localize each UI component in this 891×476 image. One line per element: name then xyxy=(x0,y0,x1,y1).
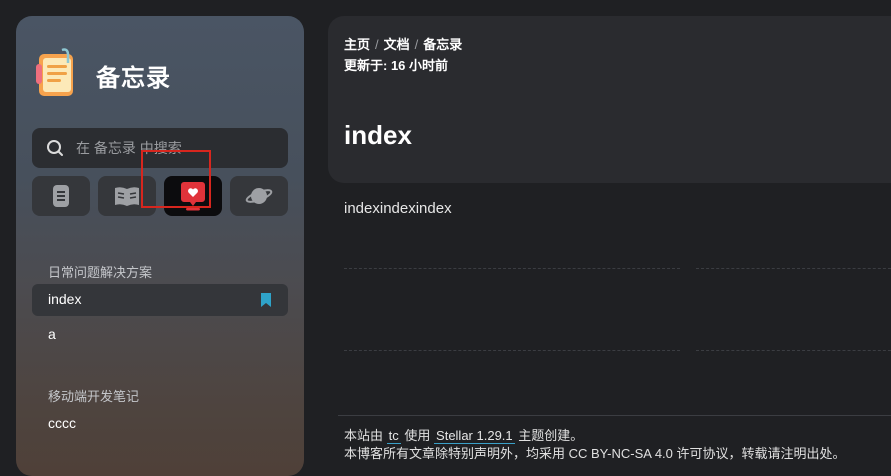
planet-icon xyxy=(245,188,273,204)
tab-docs[interactable] xyxy=(32,176,90,216)
tab-explore[interactable] xyxy=(230,176,288,216)
article-body: indexindexindex xyxy=(344,200,452,217)
nav-item-label: cccc xyxy=(48,415,76,431)
divider xyxy=(696,268,891,269)
book-icon xyxy=(115,187,139,206)
footer-credit: 本站由 tc 使用 Stellar 1.29.1 主题创建。 xyxy=(344,425,583,444)
divider xyxy=(344,350,680,351)
divider xyxy=(344,268,680,269)
nav-item-label: a xyxy=(48,326,56,342)
breadcrumb: 主页 / 文档 / 备忘录 xyxy=(344,37,463,52)
section-title: 日常问题解决方案 xyxy=(48,265,153,280)
highlight-box xyxy=(141,150,211,208)
footer-text: 本站由 xyxy=(344,428,384,443)
document-icon xyxy=(53,185,69,207)
footer-author-link[interactable]: tc xyxy=(386,428,401,444)
bookmark-icon xyxy=(261,293,271,307)
page-title: index xyxy=(344,120,412,150)
sidebar: 备忘录 在 备忘录 中搜索 日常问题解决方案 index a 移动端开发笔记 c… xyxy=(16,16,304,476)
nav-item-a[interactable]: a xyxy=(32,319,288,351)
updated-time: 更新于: 16 小时前 xyxy=(344,58,449,73)
breadcrumb-home[interactable]: 主页 xyxy=(344,37,370,52)
breadcrumb-docs[interactable]: 文档 xyxy=(384,37,410,52)
section-title: 移动端开发笔记 xyxy=(48,389,140,404)
search-icon xyxy=(47,140,63,156)
footer-text: 主题创建。 xyxy=(518,428,584,443)
nav-item-cccc[interactable]: cccc xyxy=(32,408,288,440)
divider xyxy=(696,350,891,351)
notepad-logo-icon xyxy=(36,48,73,96)
nav-item-label: index xyxy=(48,291,82,307)
nav-item-index[interactable]: index xyxy=(32,284,288,316)
breadcrumb-current[interactable]: 备忘录 xyxy=(423,37,462,52)
footer-text: 使用 xyxy=(404,428,431,443)
footer-theme-link[interactable]: Stellar 1.29.1 xyxy=(434,428,515,444)
header-card: 主页 / 文档 / 备忘录 更新于: 16 小时前 index xyxy=(328,16,891,183)
app-title: 备忘录 xyxy=(96,65,171,92)
footer-divider xyxy=(338,415,891,416)
